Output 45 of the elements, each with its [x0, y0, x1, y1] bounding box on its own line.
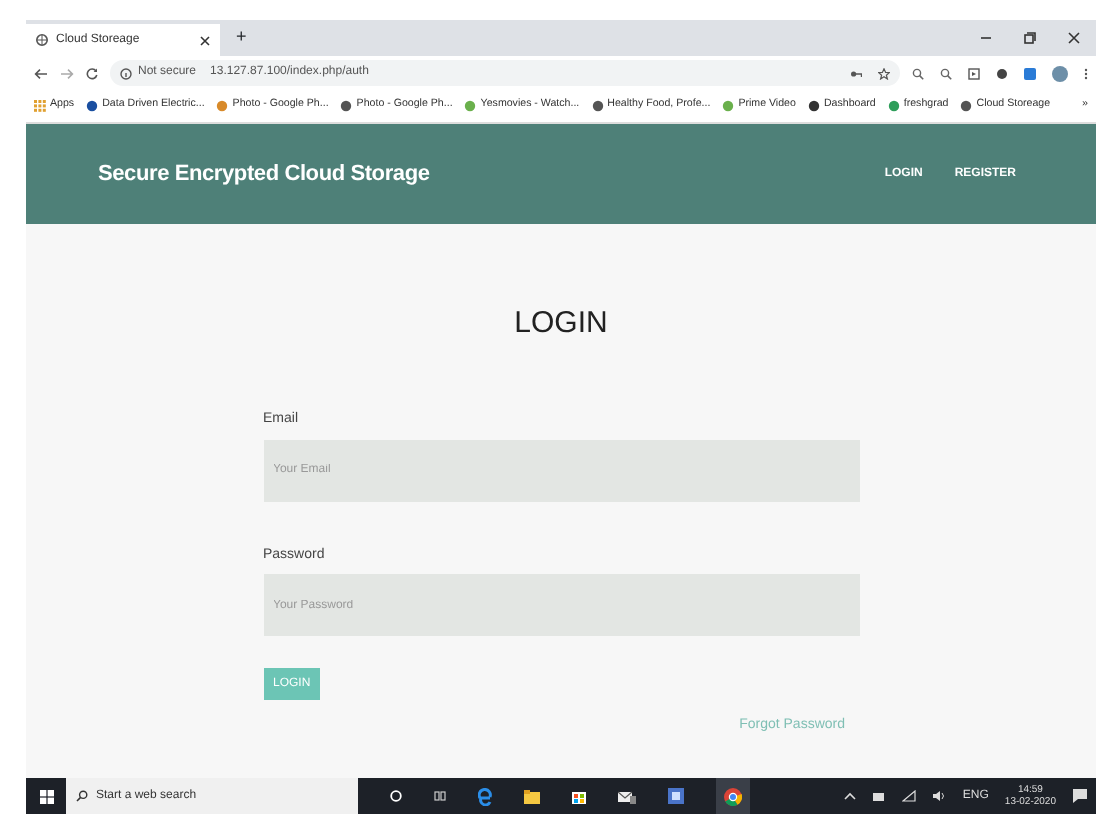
site-icon [807, 100, 820, 112]
edge-browser-icon[interactable] [478, 787, 492, 805]
site-icon [960, 100, 973, 112]
chevron-up-icon[interactable] [844, 792, 857, 800]
notification-icon[interactable] [1072, 788, 1088, 804]
site-icon [340, 100, 353, 112]
new-tab-button[interactable]: + [236, 24, 247, 52]
chrome-icon [724, 787, 742, 805]
site-icon [86, 100, 99, 112]
extension-icon[interactable] [968, 67, 980, 79]
minimize-icon[interactable] [980, 32, 992, 44]
store-bag-icon[interactable] [572, 788, 586, 804]
site-brand[interactable]: Secure Encrypted Cloud Storage [98, 157, 430, 191]
apps-grid-icon [34, 100, 46, 112]
site-icon [722, 100, 735, 112]
site-icon [591, 100, 604, 112]
key-icon[interactable] [850, 67, 862, 79]
site-icon [887, 100, 900, 112]
site-icon [216, 100, 229, 112]
zoom-icon[interactable] [912, 67, 924, 79]
mail-icon[interactable] [618, 789, 636, 803]
cortana-icon[interactable] [390, 790, 402, 802]
login-heading: LOGIN [512, 306, 610, 342]
app-icon[interactable] [668, 788, 684, 804]
restore-icon[interactable] [1024, 32, 1036, 44]
search-icon [76, 790, 88, 802]
info-icon [120, 67, 132, 79]
reload-icon[interactable] [86, 67, 98, 79]
extension-icon[interactable] [996, 67, 1008, 79]
back-arrow-icon[interactable] [34, 67, 48, 79]
star-icon[interactable] [878, 67, 890, 79]
folder-icon[interactable] [524, 789, 540, 803]
globe-icon [36, 34, 48, 46]
zoom-icon[interactable] [940, 67, 952, 79]
close-icon[interactable] [200, 35, 210, 45]
close-icon[interactable] [1068, 32, 1080, 44]
site-icon [464, 100, 477, 112]
volume-icon[interactable] [932, 790, 947, 802]
chrome-taskbar-button[interactable] [716, 778, 750, 814]
battery-icon[interactable] [872, 791, 887, 801]
windows-logo-icon [39, 789, 53, 803]
extension-icon[interactable] [1024, 67, 1036, 79]
task-view-icon[interactable] [434, 790, 446, 802]
profile-avatar-icon[interactable] [1052, 65, 1068, 81]
network-icon[interactable] [902, 790, 917, 802]
